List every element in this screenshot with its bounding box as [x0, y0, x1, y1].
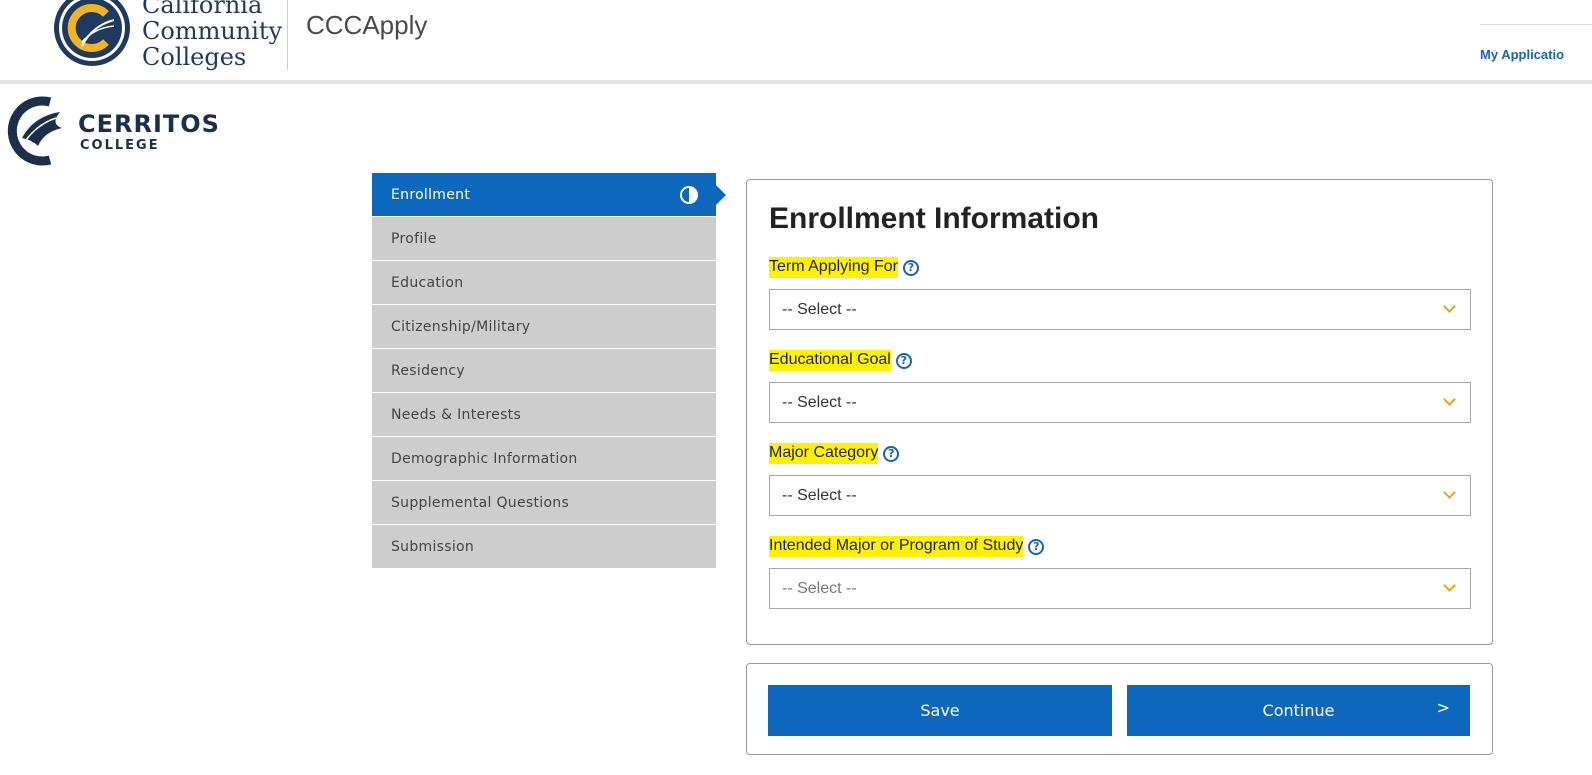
- major-category-select[interactable]: -- Select --: [769, 475, 1471, 516]
- term-applying-for-label: Term Applying For ?: [769, 257, 919, 278]
- nav-item-education[interactable]: Education: [372, 261, 716, 305]
- nav-item-label: Needs & Interests: [391, 406, 522, 423]
- cerritos-bird-icon: [7, 96, 62, 166]
- enrollment-form-panel: Enrollment Information Term Applying For…: [746, 179, 1493, 645]
- nav-item-submission[interactable]: Submission: [372, 525, 716, 569]
- help-icon[interactable]: ?: [895, 352, 912, 369]
- intended-major-select[interactable]: -- Select --: [769, 568, 1471, 609]
- nav-item-residency[interactable]: Residency: [372, 349, 716, 393]
- chevron-down-icon: [1443, 579, 1456, 592]
- nav-item-label: Education: [391, 274, 464, 291]
- header-divider: [287, 0, 288, 70]
- header-rule: [1480, 24, 1592, 25]
- field-label-text: Term Applying For: [769, 257, 898, 278]
- form-title: Enrollment Information: [769, 202, 1099, 235]
- intended-major-label: Intended Major or Program of Study ?: [769, 536, 1045, 557]
- major-category-label: Major Category ?: [769, 443, 900, 464]
- application-steps-nav: Enrollment Profile Education Citizenship…: [372, 173, 726, 569]
- continue-button[interactable]: Continue >: [1127, 685, 1470, 736]
- nav-item-label: Enrollment: [391, 186, 471, 203]
- nav-item-enrollment[interactable]: Enrollment: [372, 173, 726, 217]
- app-name: CCCApply: [306, 10, 428, 40]
- form-actions-panel: Save Continue >: [746, 663, 1493, 755]
- continue-button-label: Continue: [1262, 701, 1335, 720]
- chevron-down-icon: [1443, 300, 1456, 313]
- nav-item-label: Supplemental Questions: [391, 494, 570, 511]
- org-name-line-2: Community: [142, 17, 283, 45]
- select-value: -- Select --: [782, 486, 857, 504]
- save-button-label: Save: [920, 701, 960, 720]
- college-subtitle: COLLEGE: [80, 138, 160, 153]
- nav-item-needs-interests[interactable]: Needs & Interests: [372, 393, 716, 437]
- select-value: -- Select --: [782, 300, 857, 318]
- ccc-wordmark: California Community Colleges: [142, 0, 282, 70]
- ccc-seal-logo: [54, 0, 130, 66]
- nav-item-label: Citizenship/Military: [391, 318, 531, 335]
- chevron-down-icon: [1443, 486, 1456, 499]
- select-value: -- Select --: [782, 393, 857, 411]
- nav-item-label: Submission: [391, 538, 475, 555]
- nav-item-supplemental-questions[interactable]: Supplemental Questions: [372, 481, 716, 525]
- chevron-right-icon: >: [1436, 698, 1450, 717]
- my-applications-link[interactable]: My Applicatio: [1480, 47, 1564, 62]
- org-name-line-3: Colleges: [142, 43, 247, 71]
- chevron-down-icon: [1443, 393, 1456, 406]
- save-button[interactable]: Save: [768, 685, 1112, 736]
- nav-item-label: Residency: [391, 362, 465, 379]
- college-name: CERRITOS: [78, 110, 220, 138]
- field-label-text: Major Category: [769, 443, 879, 464]
- term-applying-for-select[interactable]: -- Select --: [769, 289, 1471, 330]
- help-icon[interactable]: ?: [1028, 538, 1045, 555]
- nav-item-demographic-information[interactable]: Demographic Information: [372, 437, 716, 481]
- nav-item-citizenship-military[interactable]: Citizenship/Military: [372, 305, 716, 349]
- select-value: -- Select --: [782, 579, 857, 597]
- half-circle-icon: [680, 186, 698, 204]
- help-icon[interactable]: ?: [902, 259, 919, 276]
- nav-item-profile[interactable]: Profile: [372, 217, 716, 261]
- educational-goal-label: Educational Goal ?: [769, 350, 912, 371]
- college-logo: CERRITOS COLLEGE: [4, 94, 224, 166]
- field-label-text: Intended Major or Program of Study: [769, 536, 1024, 557]
- org-name-line-1: California: [142, 0, 263, 19]
- educational-goal-select[interactable]: -- Select --: [769, 382, 1471, 423]
- nav-item-label: Demographic Information: [391, 450, 578, 467]
- nav-item-label: Profile: [391, 230, 437, 247]
- help-icon[interactable]: ?: [883, 445, 900, 462]
- top-header: California Community Colleges CCCApply M…: [0, 0, 1592, 84]
- field-label-text: Educational Goal: [769, 350, 891, 371]
